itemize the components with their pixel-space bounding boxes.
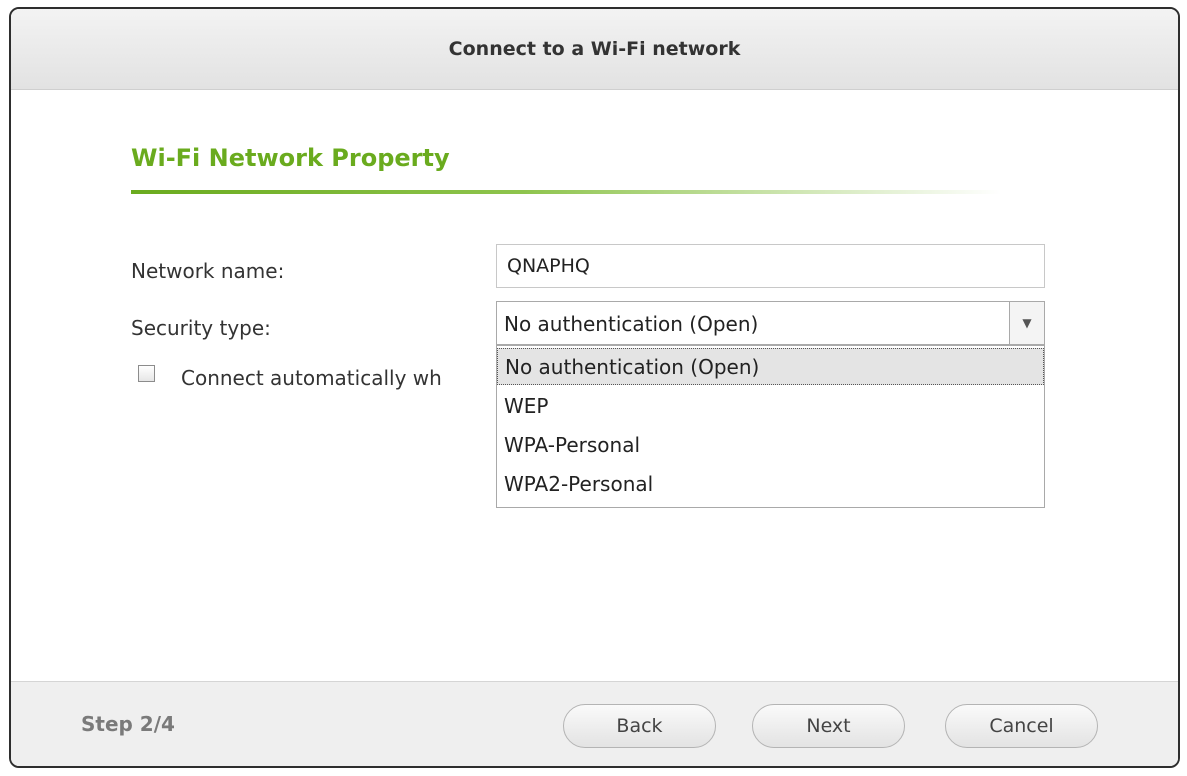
section-divider xyxy=(131,190,1001,194)
security-type-value: No authentication (Open) xyxy=(504,312,759,336)
step-indicator: Step 2/4 xyxy=(81,712,175,736)
section-title: Wi-Fi Network Property xyxy=(131,144,450,172)
security-type-label: Security type: xyxy=(131,316,271,340)
security-option-wep[interactable]: WEP xyxy=(497,388,1044,425)
next-button[interactable]: Next xyxy=(752,704,905,748)
auto-connect-checkbox[interactable] xyxy=(138,365,155,382)
security-type-dropdown-list: No authentication (Open) WEP WPA-Persona… xyxy=(496,345,1045,508)
chevron-down-icon[interactable]: ▼ xyxy=(1009,302,1044,344)
security-option-wpa2-personal[interactable]: WPA2-Personal xyxy=(497,466,1044,503)
wifi-connect-dialog: Connect to a Wi-Fi network Wi-Fi Network… xyxy=(9,7,1180,768)
back-button[interactable]: Back xyxy=(563,704,716,748)
network-name-label: Network name: xyxy=(131,259,285,283)
security-type-select[interactable]: No authentication (Open) ▼ xyxy=(496,301,1045,345)
dialog-titlebar: Connect to a Wi-Fi network xyxy=(11,9,1178,90)
security-option-open[interactable]: No authentication (Open) xyxy=(497,348,1044,385)
dialog-footer: Step 2/4 Back Next Cancel xyxy=(11,681,1178,766)
cancel-button[interactable]: Cancel xyxy=(945,704,1098,748)
security-option-wpa-personal[interactable]: WPA-Personal xyxy=(497,427,1044,464)
dialog-title: Connect to a Wi-Fi network xyxy=(448,38,741,60)
auto-connect-label: Connect automatically wh xyxy=(181,366,442,390)
network-name-input[interactable]: QNAPHQ xyxy=(496,244,1045,288)
